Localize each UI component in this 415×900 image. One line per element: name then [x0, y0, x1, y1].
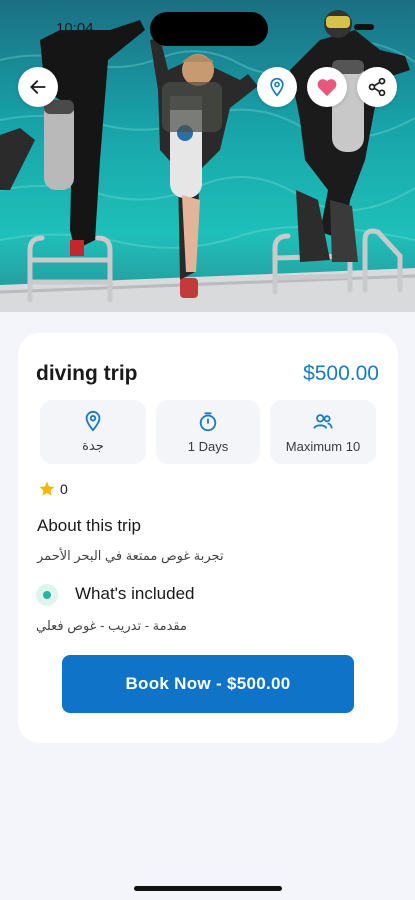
map-pin-icon: [270, 77, 284, 97]
map-pin-icon: [85, 410, 101, 432]
info-duration: 1 Days: [156, 400, 260, 464]
status-indicator: [354, 24, 374, 30]
included-heading: What's included: [75, 584, 195, 603]
share-button[interactable]: [357, 67, 397, 107]
info-location: جدة: [40, 400, 146, 464]
trip-title: diving trip: [36, 362, 138, 385]
star-icon: [39, 481, 55, 496]
about-heading: About this trip: [37, 516, 141, 535]
info-duration-label: 1 Days: [187, 438, 229, 454]
book-now-button[interactable]: Book Now - $500.00: [62, 655, 354, 713]
rating: 0: [38, 480, 68, 498]
status-time: 10:04: [56, 20, 94, 37]
info-location-label: جدة: [82, 438, 104, 453]
location-button[interactable]: [257, 67, 297, 107]
included-dot-icon: [36, 584, 58, 606]
info-capacity-label: Maximum 10: [285, 438, 361, 454]
info-capacity: Maximum 10: [270, 400, 376, 464]
back-button[interactable]: [18, 67, 58, 107]
arrow-left-icon: [30, 80, 46, 94]
dynamic-island: [150, 12, 268, 46]
about-text: تجربة غوص ممتعة في البحر الأحمر: [37, 548, 224, 563]
share-icon: [368, 77, 386, 97]
heart-icon: [317, 79, 337, 97]
timer-icon: [199, 411, 217, 431]
rating-value: 0: [60, 481, 68, 497]
home-indicator: [134, 886, 282, 891]
hero-image: [0, 0, 415, 312]
trip-price: $500.00: [303, 362, 379, 385]
included-text: مقدمة - تدريب - غوص فعلي: [36, 618, 187, 633]
people-icon: [313, 413, 333, 429]
favorite-button[interactable]: [307, 67, 347, 107]
hero-illustration: [0, 0, 415, 312]
